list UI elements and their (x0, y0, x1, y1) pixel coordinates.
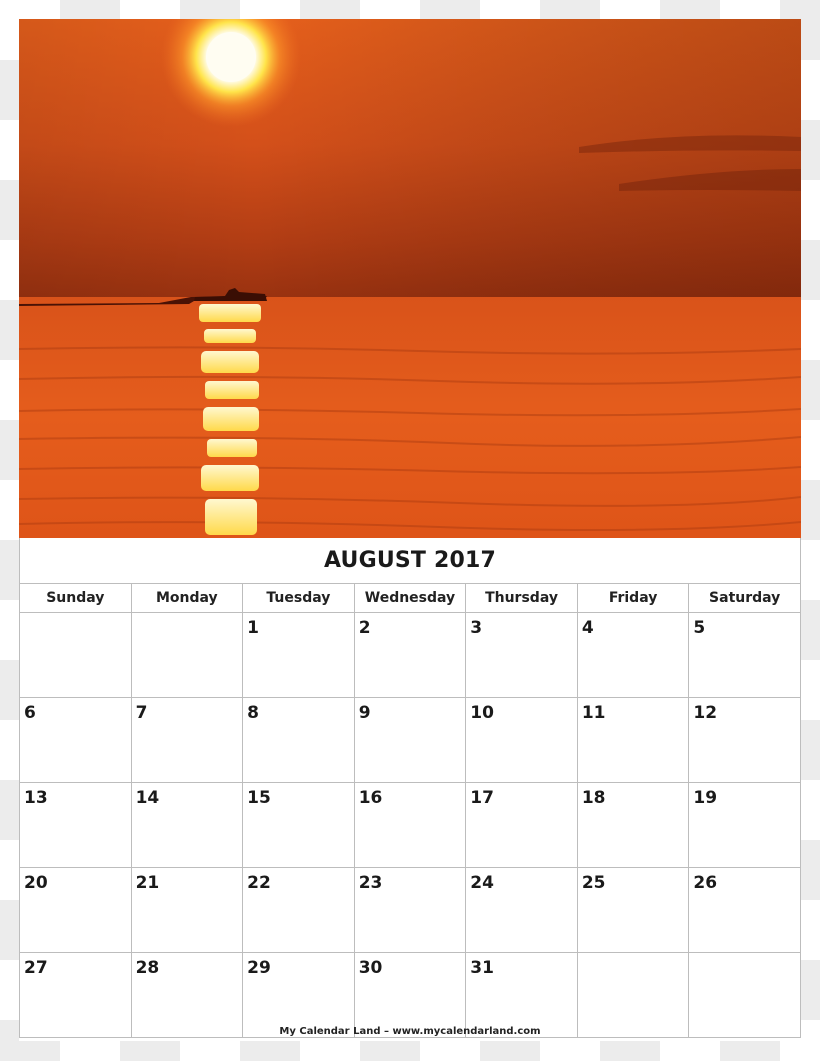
weekday-thursday: Thursday (465, 583, 578, 613)
day-number: 15 (247, 788, 271, 808)
day-number (20, 613, 131, 618)
day-cell: 14 (130, 782, 244, 868)
header-photo (19, 19, 801, 538)
day-number: 5 (693, 618, 706, 638)
day-cell: 22 (242, 867, 355, 953)
day-cell: 10 (465, 697, 578, 783)
sunset-photo (19, 19, 801, 538)
weekday-sunday: Sunday (19, 583, 132, 613)
day-number: 29 (247, 958, 271, 978)
day-number: 23 (358, 873, 383, 893)
day-cell: 6 (19, 697, 132, 783)
weekday-tuesday: Tuesday (242, 583, 355, 613)
day-cell: 3 (465, 612, 578, 698)
day-cell: 1 (242, 612, 355, 698)
day-cell: 30 (353, 952, 467, 1038)
day-number: 11 (581, 703, 606, 723)
day-cell: 20 (19, 867, 132, 953)
day-cell: 4 (576, 612, 690, 698)
day-cell: 27 (19, 952, 132, 1038)
day-number: 9 (358, 703, 371, 723)
day-cell: 24 (465, 867, 578, 953)
day-number: 16 (358, 788, 383, 808)
day-cell: 18 (576, 782, 690, 868)
day-cell: 26 (688, 867, 801, 953)
month-header: AUGUST 2017 (19, 538, 801, 583)
day-number: 10 (470, 703, 494, 723)
day-number: 31 (470, 958, 494, 978)
day-cell (576, 952, 690, 1038)
day-number: 18 (581, 788, 606, 808)
footer-credit: My Calendar Land – www.mycalendarland.co… (279, 1026, 541, 1037)
weekday-friday: Friday (576, 583, 690, 613)
day-cell: 13 (19, 782, 132, 868)
day-number: 19 (693, 788, 718, 808)
day-cell: 17 (465, 782, 578, 868)
day-number: 21 (135, 873, 160, 893)
day-number: 4 (581, 618, 594, 638)
day-number: 22 (247, 873, 271, 893)
day-cell: 5 (688, 612, 801, 698)
day-cell: 29 (242, 952, 355, 1038)
weekday-saturday: Saturday (688, 583, 801, 613)
week-row: 27 28 29 30 31 (19, 952, 801, 1038)
day-number: 27 (24, 958, 48, 978)
day-number: 25 (581, 873, 606, 893)
day-cell: 31 (465, 952, 578, 1038)
week-row: 20 21 22 23 24 25 26 (19, 867, 801, 953)
day-cell: 23 (353, 867, 467, 953)
day-cell: 28 (130, 952, 244, 1038)
day-cell: 12 (688, 697, 801, 783)
day-number: 13 (24, 788, 48, 808)
day-number: 20 (24, 873, 48, 893)
day-cell: 7 (130, 697, 244, 783)
day-cell (19, 612, 132, 698)
day-number: 2 (358, 618, 371, 638)
day-number (578, 953, 689, 958)
day-cell: 21 (130, 867, 244, 953)
week-row: 6 7 8 9 10 11 12 (19, 697, 801, 783)
day-number (689, 953, 800, 958)
day-number: 17 (470, 788, 494, 808)
day-number: 6 (24, 703, 36, 723)
month-title: AUGUST 2017 (323, 548, 497, 573)
calendar-page: AUGUST 2017 Sunday Monday Tuesday Wednes… (19, 19, 801, 1041)
day-number: 14 (135, 788, 160, 808)
day-cell: 9 (353, 697, 467, 783)
day-number: 28 (135, 958, 160, 978)
day-number: 12 (693, 703, 718, 723)
day-number: 3 (470, 618, 483, 638)
day-cell (130, 612, 244, 698)
day-number (132, 613, 243, 618)
day-cell (688, 952, 801, 1038)
day-cell: 25 (576, 867, 690, 953)
day-number: 8 (247, 703, 259, 723)
day-number: 1 (247, 618, 259, 638)
weekday-wednesday: Wednesday (353, 583, 467, 613)
week-row: 13 14 15 16 17 18 19 (19, 782, 801, 868)
weekday-header-row: Sunday Monday Tuesday Wednesday Thursday… (19, 583, 801, 613)
day-number: 30 (358, 958, 383, 978)
week-row: 1 2 3 4 5 (19, 612, 801, 698)
calendar-grid: Sunday Monday Tuesday Wednesday Thursday… (19, 583, 801, 1038)
day-cell: 8 (242, 697, 355, 783)
day-cell: 16 (353, 782, 467, 868)
day-cell: 11 (576, 697, 690, 783)
weekday-monday: Monday (130, 583, 244, 613)
day-number: 7 (135, 703, 148, 723)
day-cell: 15 (242, 782, 355, 868)
day-cell: 19 (688, 782, 801, 868)
day-number: 24 (470, 873, 494, 893)
day-cell: 2 (353, 612, 467, 698)
day-number: 26 (693, 873, 718, 893)
